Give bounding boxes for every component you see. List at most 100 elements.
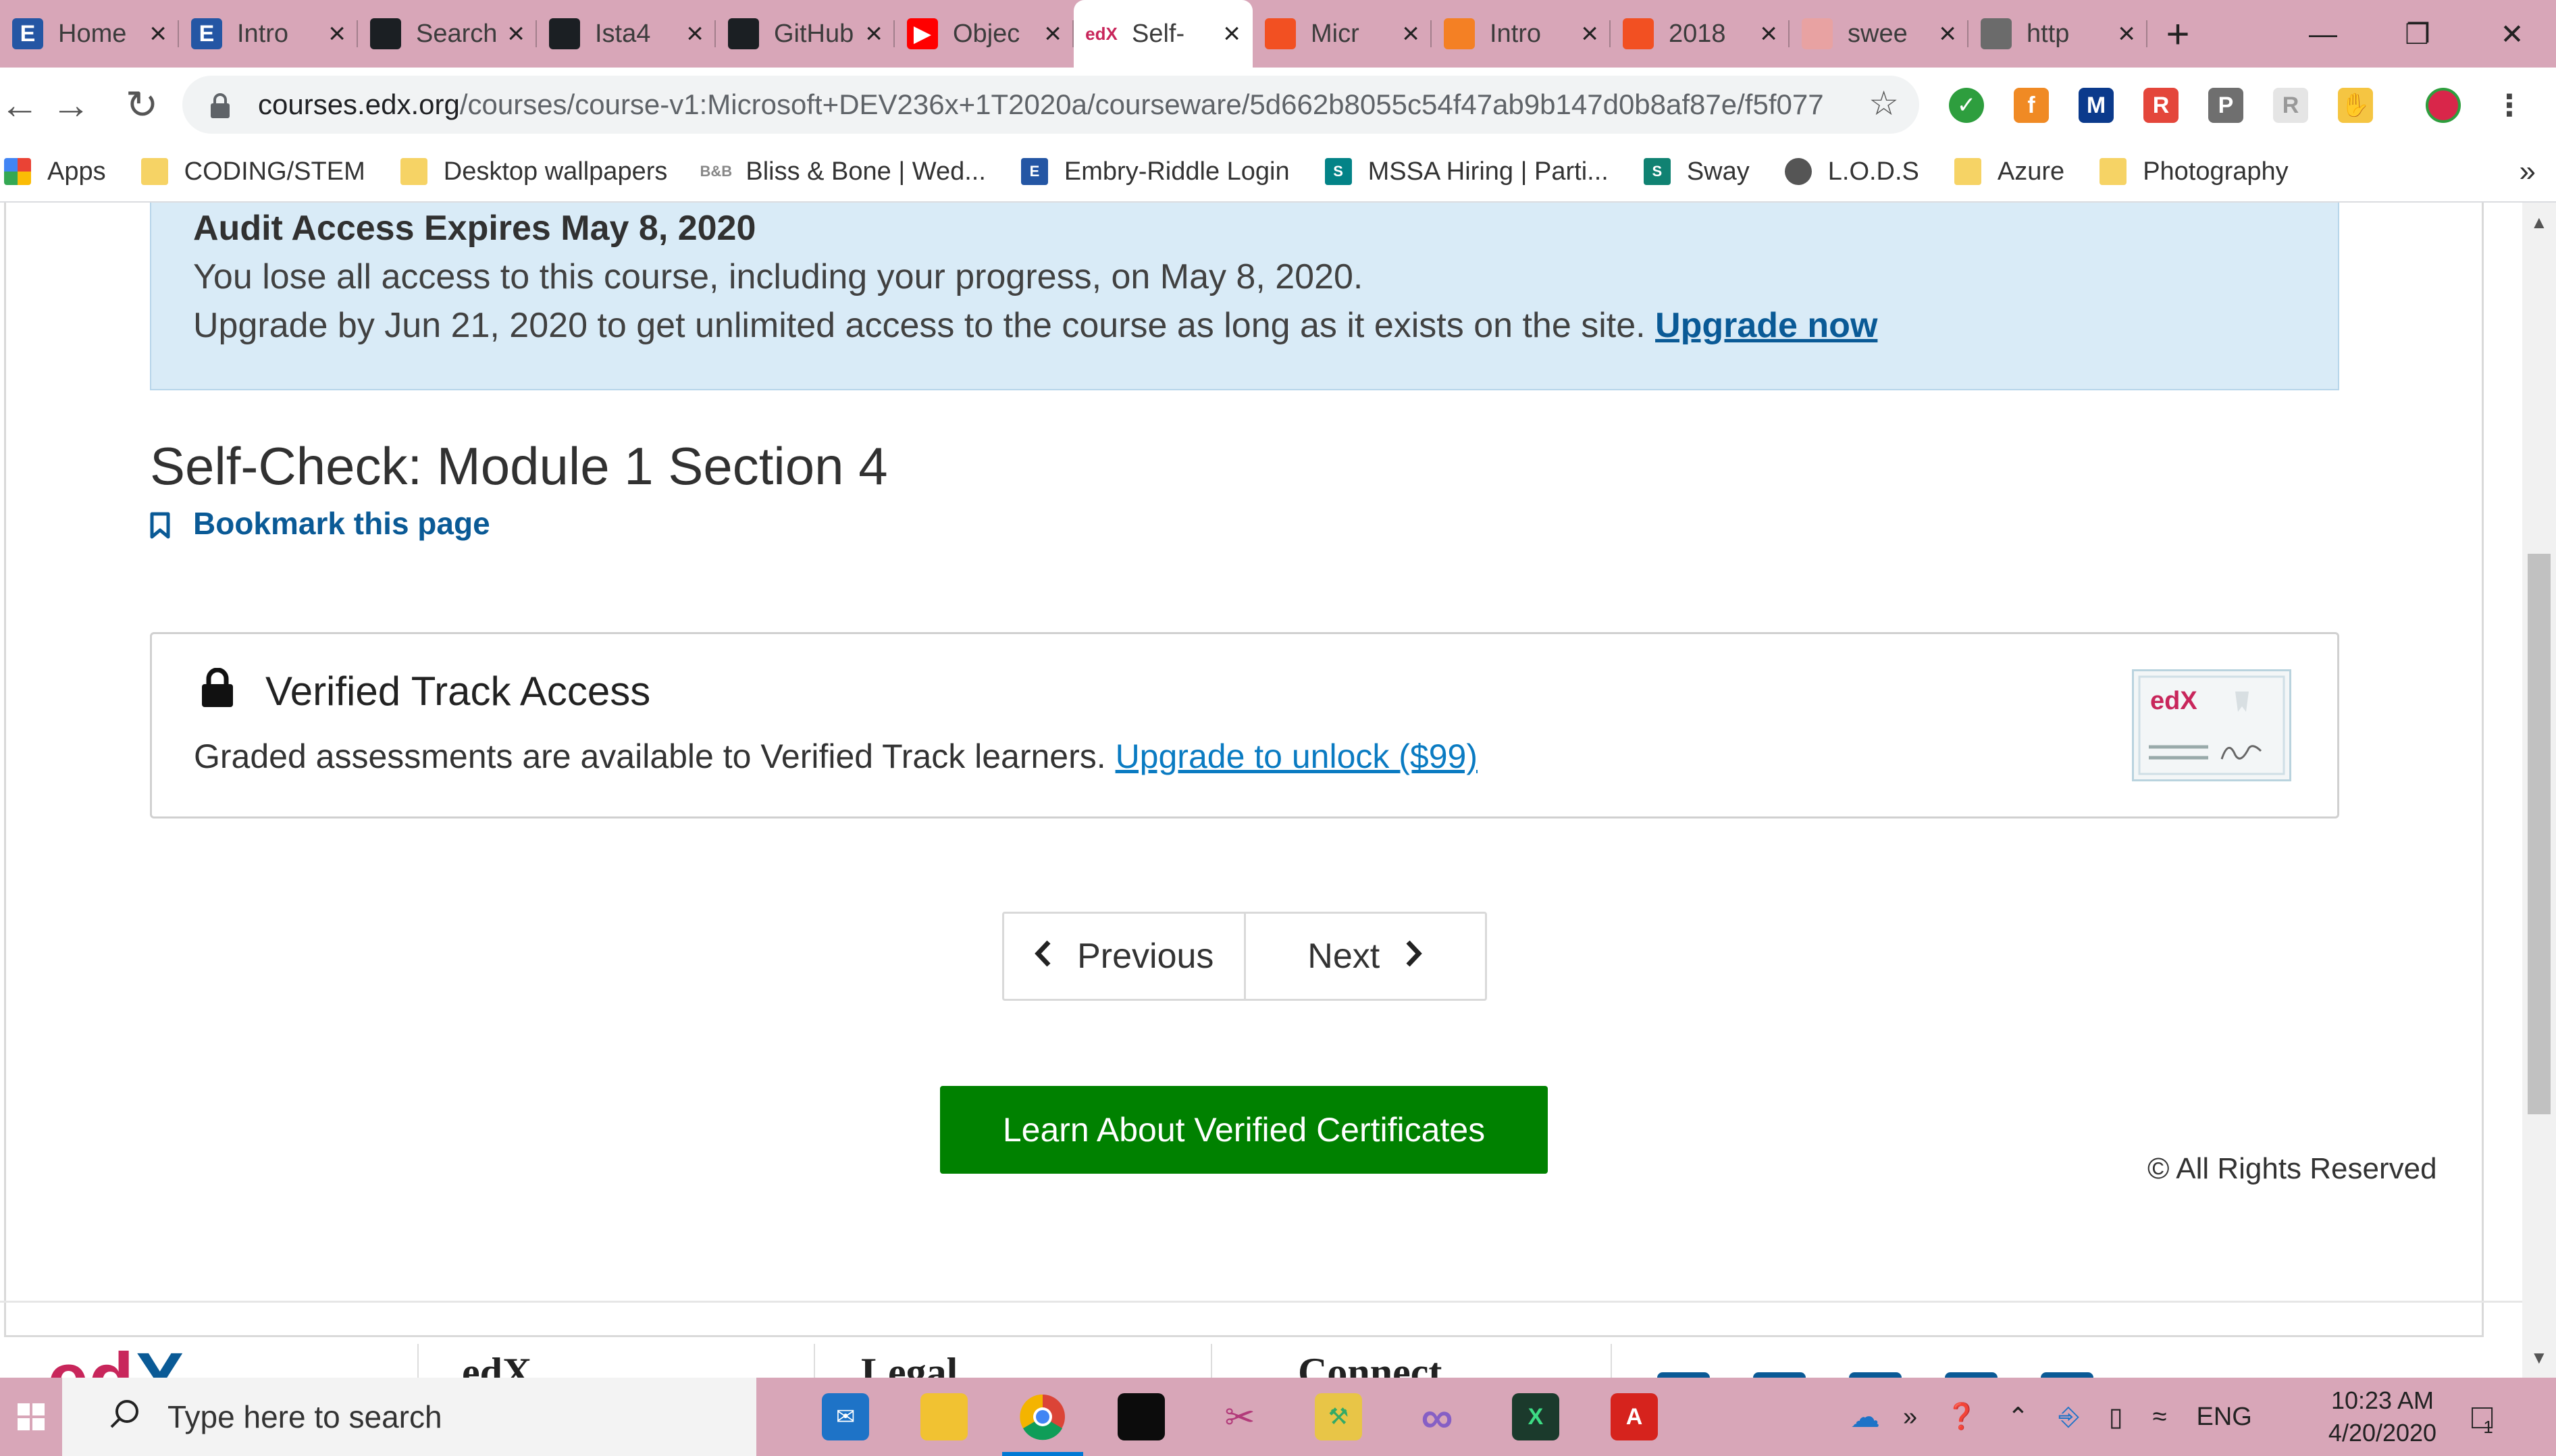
social-link-icon[interactable] [1657, 1372, 1710, 1378]
tab-close-icon[interactable]: × [865, 17, 883, 51]
footer-col-divider [814, 1344, 815, 1378]
tab-close-icon[interactable]: × [2118, 17, 2135, 51]
extension-hand-icon[interactable]: ✋ [2338, 88, 2373, 123]
tab-close-icon[interactable]: × [507, 17, 525, 51]
tab-strip: E Home × E Intro × Search × Ista4 × GitHub × ▶ Objec ×… [0, 0, 2556, 68]
browser-tab[interactable]: Ista4 × [537, 0, 716, 68]
browser-tab[interactable]: swee × [1790, 0, 1968, 68]
taskbar-terminal[interactable] [1094, 1378, 1189, 1456]
bookmark-item[interactable]: Apps [4, 157, 106, 186]
taskbar-visual-studio[interactable]: ∞ [1390, 1378, 1484, 1456]
language-indicator[interactable]: ENG [2197, 1403, 2252, 1432]
tab-close-icon[interactable]: × [1581, 17, 1598, 51]
taskbar-file-explorer[interactable] [897, 1378, 991, 1456]
extension-check-icon[interactable]: ✓ [1949, 88, 1984, 123]
tab-favicon-icon [1623, 18, 1654, 49]
onedrive-icon[interactable]: ☁ [1850, 1400, 1880, 1434]
restore-button[interactable]: ❐ [2370, 0, 2465, 68]
taskbar-app[interactable]: ⚒ [1291, 1378, 1386, 1456]
browser-tab[interactable]: E Home × [0, 0, 179, 68]
browser-tab[interactable]: Intro × [1432, 0, 1611, 68]
taskbar-search[interactable]: Type here to search [62, 1378, 756, 1456]
tab-close-icon[interactable]: × [328, 17, 346, 51]
upgrade-to-unlock-link[interactable]: Upgrade to unlock ($99) [1116, 737, 1478, 775]
bookmark-page-button[interactable]: Bookmark this page [150, 505, 490, 542]
new-tab-button[interactable]: + [2147, 0, 2208, 68]
browser-tab[interactable]: E Intro × [179, 0, 358, 68]
browser-tab[interactable]: Search × [358, 0, 537, 68]
back-button[interactable]: ← [0, 82, 39, 128]
notification-center[interactable]: □ 1 [2472, 1378, 2493, 1456]
learn-verified-certificates-button[interactable]: Learn About Verified Certificates [940, 1086, 1548, 1174]
profile-avatar[interactable] [2426, 88, 2461, 123]
bookmark-item[interactable]: CODING/STEM [140, 157, 365, 186]
taskbar-app-green[interactable]: X [1488, 1378, 1583, 1456]
bookmarks-overflow-icon[interactable]: » [2520, 155, 2536, 188]
browser-tab[interactable]: Micr × [1253, 0, 1432, 68]
scrollbar-thumb[interactable] [2528, 554, 2551, 1114]
scroll-up-icon[interactable]: ▲ [2530, 212, 2548, 233]
extension-p-icon[interactable]: P [2208, 88, 2243, 123]
address-bar[interactable]: courses.edx.org/courses/course-v1:Micros… [182, 76, 1919, 134]
tab-favicon-icon [1981, 18, 2012, 49]
taskbar-chrome[interactable] [995, 1378, 1090, 1456]
tab-title: swee [1848, 19, 1908, 48]
extension-orange-icon[interactable]: f [2014, 88, 2049, 123]
bookmark-item[interactable]: E Embry-Riddle Login [1020, 157, 1290, 186]
taskbar-clock[interactable]: 10:23 AM 4/20/2020 [2301, 1384, 2463, 1449]
forward-button[interactable]: → [27, 82, 115, 128]
show-hidden-icons-icon[interactable]: ⌃ [2007, 1402, 2029, 1432]
extension-script-icon[interactable]: R [2273, 88, 2308, 123]
reload-button[interactable]: ↻ [115, 82, 169, 128]
browser-tab[interactable]: 2018 × [1611, 0, 1790, 68]
embry-riddle-icon: E [1020, 158, 1048, 185]
start-button[interactable] [0, 1378, 62, 1456]
tab-title: Objec [953, 19, 1020, 48]
bluetooth-icon[interactable]: ⎆ [2058, 1403, 2079, 1432]
battery-icon[interactable]: ▯ [2109, 1402, 2123, 1432]
bookmark-item[interactable]: B&B Bliss & Bone | Wed... [700, 157, 986, 186]
tab-close-icon[interactable]: × [1939, 17, 1956, 51]
overflow-chevron-icon[interactable]: » [1903, 1403, 1917, 1432]
extension-m-icon[interactable]: M [2079, 88, 2114, 123]
scroll-down-icon[interactable]: ▼ [2530, 1347, 2548, 1368]
taskbar-snip[interactable]: ✂ [1193, 1378, 1287, 1456]
bookmark-label: Bliss & Bone | Wed... [746, 157, 986, 186]
social-link-icon[interactable] [2041, 1372, 2093, 1378]
bookmark-label: MSSA Hiring | Parti... [1367, 157, 1609, 186]
bookmark-item[interactable]: Photography [2099, 157, 2289, 186]
wifi-icon[interactable]: ≈ [2153, 1403, 2167, 1432]
tab-close-icon[interactable]: × [149, 17, 167, 51]
minimize-button[interactable]: — [2276, 0, 2370, 68]
tab-close-icon[interactable]: × [686, 17, 704, 51]
browser-tab[interactable]: http × [1968, 0, 2147, 68]
bookmark-star-icon[interactable]: ☆ [1869, 84, 1899, 123]
upgrade-now-link[interactable]: Upgrade now [1655, 306, 1877, 345]
social-link-icon[interactable] [1945, 1372, 1998, 1378]
extension-r-icon[interactable]: R [2143, 88, 2179, 123]
search-icon [109, 1398, 140, 1436]
tab-close-icon[interactable]: × [1223, 17, 1241, 51]
bookmark-item[interactable]: S MSSA Hiring | Parti... [1324, 157, 1609, 186]
social-link-icon[interactable] [1849, 1372, 1902, 1378]
previous-button[interactable]: Previous [1004, 914, 1244, 999]
bookmark-item[interactable]: S Sway [1643, 157, 1750, 186]
browser-tab[interactable]: edX Self- × [1074, 0, 1253, 68]
tab-close-icon[interactable]: × [1402, 17, 1419, 51]
browser-tab[interactable]: ▶ Objec × [895, 0, 1074, 68]
browser-menu-icon[interactable]: ⋮ [2492, 88, 2527, 123]
bookmark-item[interactable]: L.O.D.S [1784, 157, 1919, 186]
tab-close-icon[interactable]: × [1044, 17, 1062, 51]
taskbar-acrobat[interactable]: A [1587, 1378, 1681, 1456]
page-scrollbar[interactable]: ▲ ▼ [2522, 203, 2556, 1378]
bookmark-item[interactable]: Desktop wallpapers [400, 157, 667, 186]
social-link-icon[interactable] [1753, 1372, 1806, 1378]
tab-close-icon[interactable]: × [1760, 17, 1777, 51]
close-window-button[interactable]: ✕ [2465, 0, 2556, 68]
browser-tab[interactable]: GitHub × [716, 0, 895, 68]
taskbar-mail[interactable]: ✉ [798, 1378, 893, 1456]
help-icon[interactable]: ❓ [1946, 1402, 1977, 1432]
svg-text:ed: ed [47, 1351, 134, 1378]
bookmark-item[interactable]: Azure [1954, 157, 2064, 186]
next-button[interactable]: Next [1243, 914, 1486, 999]
